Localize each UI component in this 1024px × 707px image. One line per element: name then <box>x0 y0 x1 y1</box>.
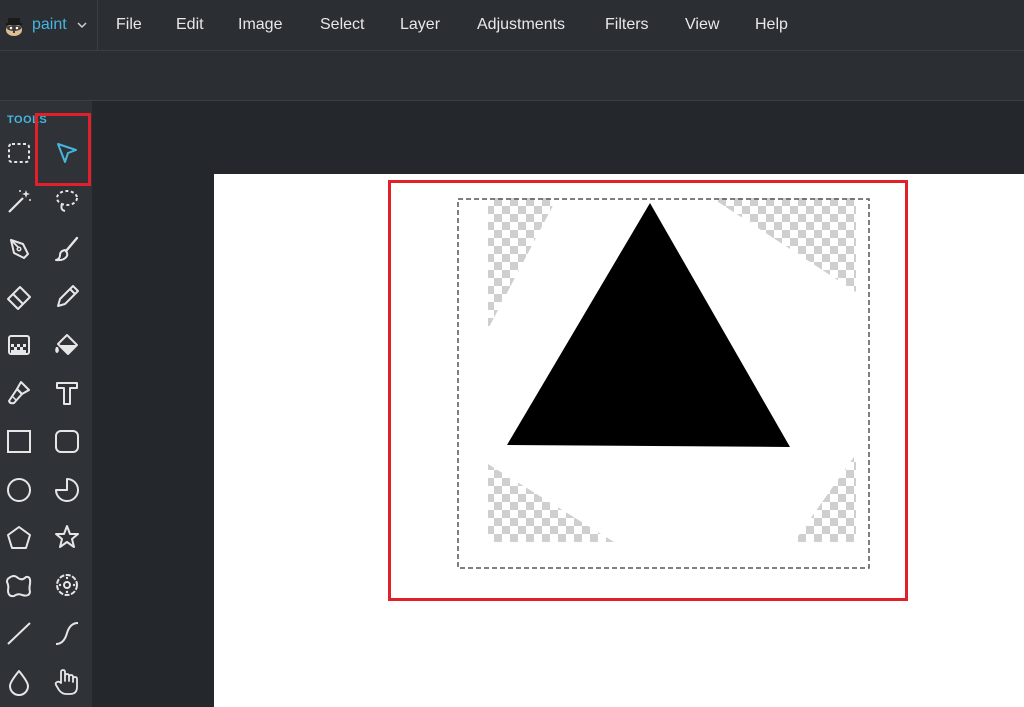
tool-rounded-rectangle[interactable] <box>50 424 84 458</box>
brush-icon <box>55 236 79 262</box>
menu-help[interactable]: Help <box>755 16 788 34</box>
tool-pie[interactable] <box>50 472 84 506</box>
tool-polygon[interactable] <box>2 520 36 554</box>
circle-icon <box>7 478 31 502</box>
pentagon-icon <box>7 526 31 549</box>
menu-adjustments[interactable]: Adjustments <box>477 16 565 34</box>
tool-gradient[interactable] <box>2 328 36 362</box>
menu-layer[interactable]: Layer <box>400 16 440 34</box>
blob-icon <box>5 575 32 598</box>
menu-edit[interactable]: Edit <box>176 16 204 34</box>
menu-image[interactable]: Image <box>238 16 282 34</box>
line-icon <box>7 622 31 645</box>
menu-filters[interactable]: Filters <box>605 16 649 34</box>
gradient-icon <box>8 335 30 355</box>
tool-blur[interactable] <box>2 665 36 699</box>
droplet-icon <box>9 670 29 696</box>
text-icon <box>56 382 78 405</box>
flower-icon <box>56 574 78 596</box>
drawing-canvas[interactable] <box>214 174 1024 707</box>
rounded-rectangle-icon <box>55 430 79 453</box>
tool-brush[interactable] <box>50 232 84 266</box>
tool-pencil[interactable] <box>50 280 84 314</box>
pointer-arrow-icon <box>57 143 77 163</box>
menu-file[interactable]: File <box>116 16 142 34</box>
tool-lasso[interactable] <box>50 185 84 219</box>
pie-icon <box>55 478 79 502</box>
menu-select[interactable]: Select <box>320 16 364 34</box>
chevron-down-icon <box>77 22 87 29</box>
canvas-content <box>457 198 870 569</box>
tool-options-bar <box>0 51 1024 101</box>
rectangle-icon <box>7 430 31 453</box>
star-icon <box>55 525 79 548</box>
app-logo-menu[interactable]: paint <box>0 0 98 51</box>
tool-pen[interactable] <box>2 232 36 266</box>
tool-line[interactable] <box>2 616 36 650</box>
tool-rectangle[interactable] <box>2 424 36 458</box>
tool-star[interactable] <box>50 520 84 554</box>
eraser-icon <box>7 286 31 310</box>
tool-flower[interactable] <box>50 568 84 602</box>
tool-hand[interactable] <box>50 665 84 699</box>
tool-curve[interactable] <box>50 616 84 650</box>
raccoon-logo-icon <box>6 18 22 36</box>
tool-selection[interactable] <box>2 136 36 170</box>
curve-icon <box>55 622 79 645</box>
menu-bar: paint File Edit Image Select Layer Adjus… <box>0 0 1024 51</box>
tool-fill[interactable] <box>50 328 84 362</box>
app-name: paint <box>32 16 67 33</box>
tool-clone[interactable] <box>2 376 36 410</box>
pen-nib-icon <box>10 239 29 259</box>
lasso-icon <box>56 190 78 212</box>
tools-panel: TOOLS <box>0 101 92 707</box>
tool-text[interactable] <box>50 376 84 410</box>
hand-icon <box>54 669 78 695</box>
menu-view[interactable]: View <box>685 16 719 34</box>
tool-blob[interactable] <box>2 568 36 602</box>
tool-ellipse[interactable] <box>2 472 36 506</box>
paint-bucket-icon <box>55 334 78 355</box>
magic-wand-icon <box>8 190 31 213</box>
tool-move[interactable] <box>50 136 84 170</box>
stamp-icon <box>8 381 30 405</box>
dashed-rect-select-icon <box>8 143 30 163</box>
tool-magic-wand[interactable] <box>2 185 36 219</box>
tools-title: TOOLS <box>7 114 48 126</box>
pencil-icon <box>57 285 79 307</box>
tool-eraser[interactable] <box>2 280 36 314</box>
